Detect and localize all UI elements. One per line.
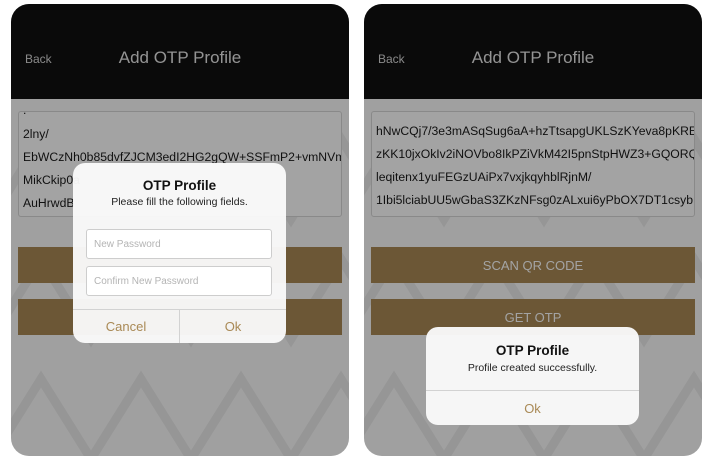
ok-button[interactable]: Ok <box>180 310 286 343</box>
left-phone-screen: Back Add OTP Profile .​ 2lny/ EbWCzNh0b8… <box>11 4 349 456</box>
confirm-password-input[interactable] <box>86 266 272 296</box>
dialog-title: OTP Profile <box>142 178 217 193</box>
dialog-message: Profile created successfully. <box>467 362 598 374</box>
cancel-button[interactable]: Cancel <box>73 310 179 343</box>
success-dialog: OTP Profile Profile created successfully… <box>426 327 639 425</box>
right-phone-screen: Back Add OTP Profile hNwCQj7/3e3mASqSug6… <box>364 4 702 456</box>
new-password-input[interactable] <box>86 229 272 259</box>
dialog-title: OTP Profile <box>495 343 570 358</box>
dialog-message: Please fill the following fields. <box>111 196 248 208</box>
password-dialog: OTP Profile Please fill the following fi… <box>73 163 286 343</box>
ok-button[interactable]: Ok <box>426 391 639 425</box>
